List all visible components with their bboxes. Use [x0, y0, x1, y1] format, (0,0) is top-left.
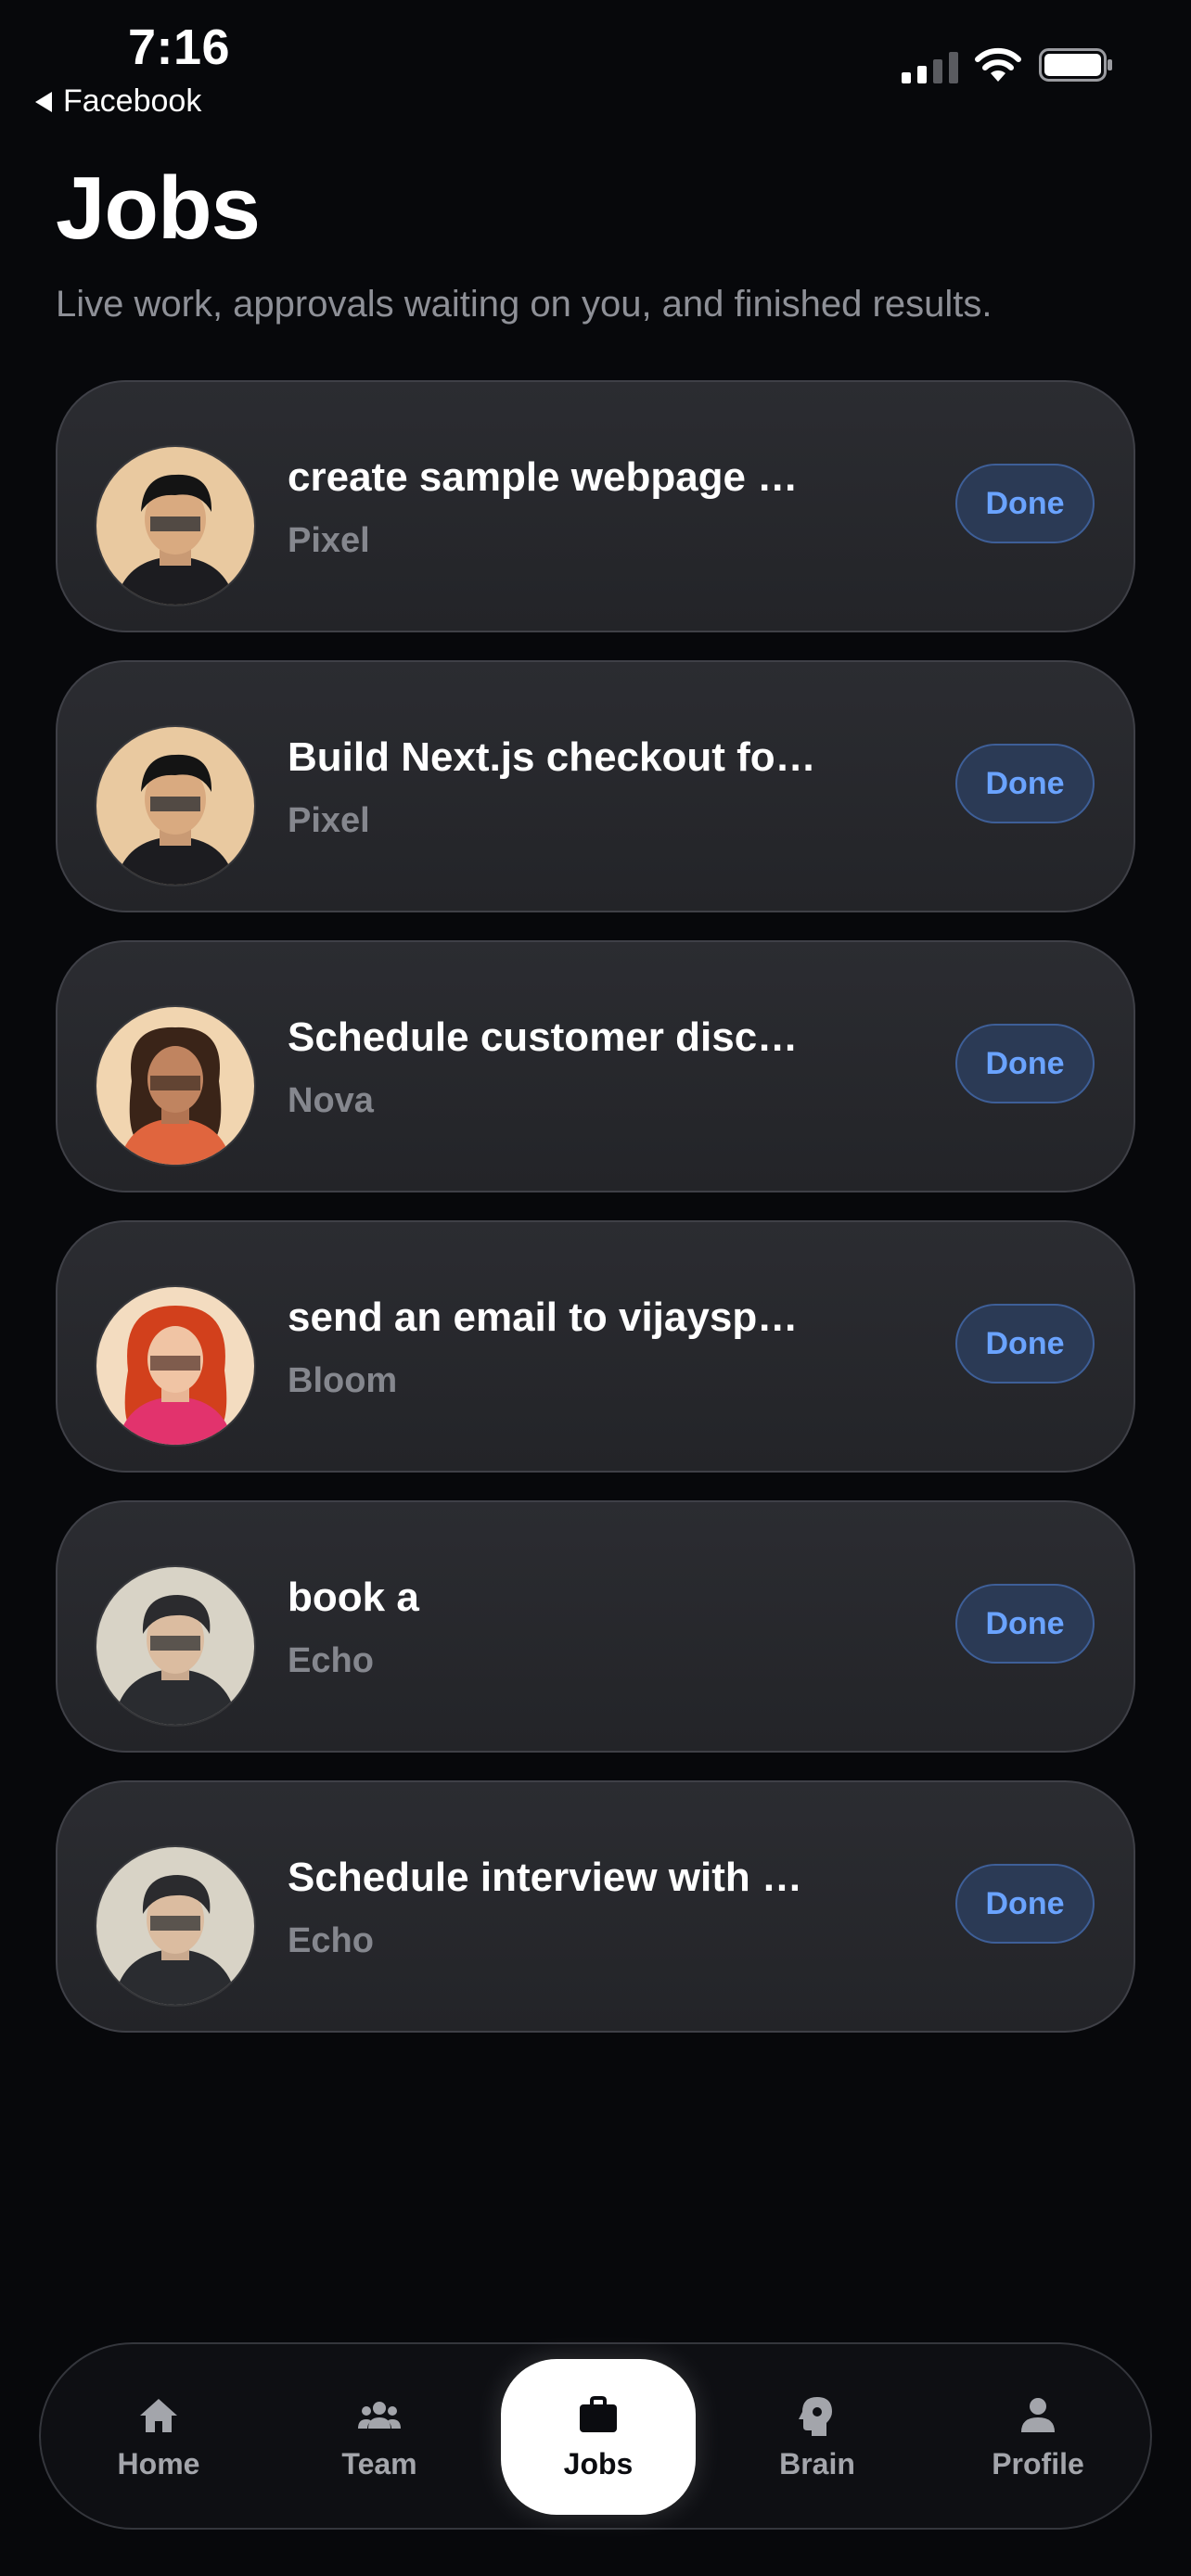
- job-card[interactable]: Schedule interview with Vijay S. Echo Do…: [56, 1780, 1135, 2033]
- status-badge-done[interactable]: Done: [955, 464, 1095, 543]
- tab-brain[interactable]: Brain: [720, 2359, 915, 2515]
- job-card[interactable]: Schedule customer discovery call Nova Do…: [56, 940, 1135, 1192]
- tab-team[interactable]: Team: [282, 2359, 477, 2515]
- briefcase-icon: [580, 2395, 617, 2432]
- job-title: create sample webpage of cak...: [288, 454, 816, 500]
- job-list: create sample webpage of cak... Pixel Do…: [56, 380, 1135, 2060]
- job-card[interactable]: send an email to vijayspecial19... Bloom…: [56, 1220, 1135, 1473]
- wifi-icon: [975, 47, 1021, 82]
- tab-label: Brain: [779, 2446, 855, 2480]
- status-badge-done[interactable]: Done: [955, 744, 1095, 823]
- tab-profile[interactable]: Profile: [941, 2359, 1135, 2515]
- job-card[interactable]: create sample webpage of cak... Pixel Do…: [56, 380, 1135, 632]
- job-agent-name: Echo: [288, 1641, 374, 1680]
- job-title: book a: [288, 1575, 419, 1620]
- job-title: Schedule interview with Vijay S.: [288, 1855, 816, 1900]
- status-time: 7:16: [128, 19, 231, 75]
- status-badge-done[interactable]: Done: [955, 1304, 1095, 1384]
- job-title: Build Next.js checkout form: [288, 734, 816, 780]
- team-icon: [358, 2401, 401, 2429]
- battery-icon: [1039, 48, 1112, 82]
- tab-home[interactable]: Home: [61, 2359, 256, 2515]
- tab-label: Jobs: [563, 2446, 634, 2480]
- tab-label: Team: [341, 2446, 417, 2480]
- agent-avatar-nova: [96, 1007, 254, 1165]
- back-app-label: Facebook: [63, 83, 202, 119]
- bottom-tab-bar: Home Team Jobs Brain Profile: [39, 2342, 1152, 2530]
- tab-label: Home: [117, 2446, 200, 2480]
- page-title: Jobs: [56, 159, 261, 258]
- job-agent-name: Bloom: [288, 1361, 398, 1400]
- back-to-app-link[interactable]: Facebook: [35, 83, 201, 120]
- job-agent-name: Pixel: [288, 801, 370, 840]
- profile-icon: [1021, 2397, 1055, 2432]
- agent-avatar-bloom: [96, 1287, 254, 1445]
- agent-avatar-pixel: [96, 447, 254, 605]
- page-subtitle: Live work, approvals waiting on you, and…: [56, 284, 992, 325]
- job-agent-name: Pixel: [288, 521, 370, 560]
- job-agent-name: Nova: [288, 1081, 374, 1120]
- tab-label: Profile: [992, 2446, 1084, 2480]
- agent-avatar-echo: [96, 1567, 254, 1725]
- status-bar: 7:16 Facebook: [0, 0, 1191, 130]
- back-arrow-icon: [35, 91, 52, 112]
- status-badge-done[interactable]: Done: [955, 1584, 1095, 1664]
- home-icon: [140, 2398, 177, 2432]
- cellular-signal-icon: [902, 52, 958, 83]
- tab-jobs[interactable]: Jobs: [501, 2359, 696, 2515]
- job-agent-name: Echo: [288, 1921, 374, 1960]
- job-title: Schedule customer discovery call: [288, 1014, 816, 1060]
- job-card[interactable]: book a Echo Done: [56, 1500, 1135, 1753]
- brain-icon: [799, 2396, 832, 2436]
- job-title: send an email to vijayspecial19...: [288, 1294, 816, 1340]
- job-card[interactable]: Build Next.js checkout form Pixel Done: [56, 660, 1135, 912]
- agent-avatar-pixel: [96, 727, 254, 885]
- status-badge-done[interactable]: Done: [955, 1024, 1095, 1103]
- status-badge-done[interactable]: Done: [955, 1864, 1095, 1944]
- agent-avatar-echo: [96, 1847, 254, 2005]
